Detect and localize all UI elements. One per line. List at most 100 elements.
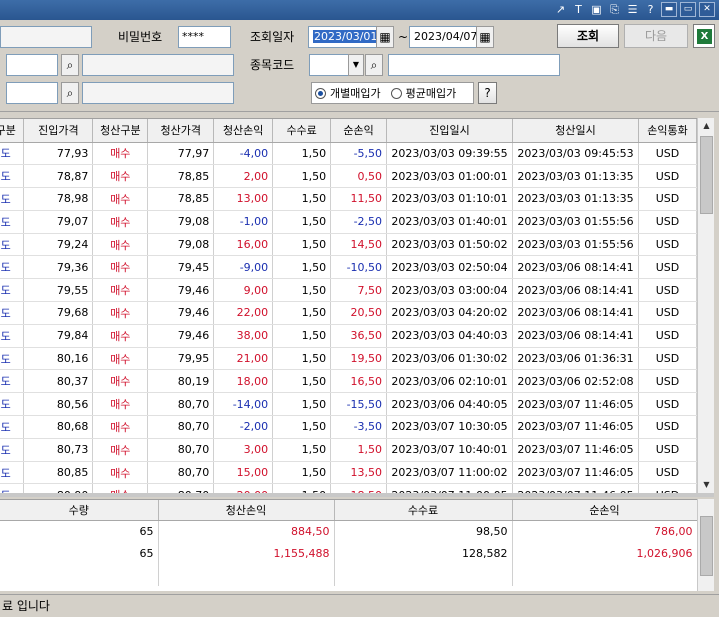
close-time-cell: 2023/03/06 08:14:41 (512, 278, 639, 303)
col-header[interactable]: 청산손익 (213, 119, 274, 143)
currency-cell: USD (638, 324, 697, 348)
next-button[interactable]: 다음 (624, 24, 688, 48)
fee-cell: 1,50 (272, 369, 332, 394)
code-input[interactable] (309, 54, 349, 76)
close-side-cell: 매수 (92, 324, 149, 348)
close-time-cell: 2023/03/06 08:14:41 (512, 301, 639, 325)
help-button[interactable]: ? (478, 82, 497, 104)
radio-average[interactable] (390, 87, 402, 99)
table-row[interactable]: 도 79,84 매수 79,46 38,00 1,50 36,50 2023/03/03 04… (0, 324, 697, 348)
close-time-cell: 2023/03/06 01:36:31 (512, 347, 639, 371)
close-pnl-cell: 2,00 (213, 164, 274, 189)
close-price-cell: 79,08 (147, 233, 215, 257)
col-header[interactable]: 청산구분 (92, 119, 149, 143)
table-row[interactable]: 도 79,36 매수 79,45 -9,00 1,50 -10,50 2023/03/03 0… (0, 255, 697, 280)
table-row[interactable]: 도80,90매수80,7020,001,5018,502023/03/07 11… (0, 483, 697, 493)
scroll-thumb[interactable] (700, 136, 713, 214)
table-row[interactable]: 도 80,73 매수 80,70 3,00 1,50 1,50 2023/03/07 10:4… (0, 438, 697, 462)
close-pnl-cell: 16,00 (213, 233, 274, 257)
close-pnl-cell: 21,00 (213, 347, 274, 371)
search-icon[interactable]: ⌕ (365, 54, 383, 76)
radio-individual[interactable] (315, 87, 326, 99)
table-row[interactable]: 도 79,55 매수 79,46 9,00 1,50 7,50 2023/03/03 03:0… (0, 278, 697, 303)
table-row[interactable]: 도 78,98 매수 78,85 13,00 1,50 11,50 2023/03/03 01… (0, 187, 697, 211)
item-code-field[interactable] (6, 82, 58, 104)
close-pnl-cell: 20,00 (213, 483, 274, 493)
table-row[interactable]: 도 80,56 매수 80,70 -14,00 1,50 -15,50 2023/03/06 … (0, 392, 697, 417)
summary-qty: 65 (0, 542, 159, 564)
scroll-thumb[interactable] (700, 516, 713, 576)
table-row[interactable]: 도 80,37 매수 80,19 18,00 1,50 16,50 2023/03/06 02… (0, 369, 697, 394)
close-pnl-cell: 22,00 (213, 301, 274, 325)
entry-time-cell: 2023/03/03 01:00:01 (386, 164, 514, 189)
col-header[interactable]: 진입일시 (386, 119, 514, 143)
table-row[interactable]: 도 80,16 매수 79,95 21,00 1,50 19,50 2023/03/06 01… (0, 347, 697, 371)
table-row[interactable]: 도 80,68 매수 80,70 -2,00 1,50 -3,50 2023/03/07 10… (0, 415, 697, 439)
side-cell: 도 (0, 461, 25, 485)
calendar-icon[interactable]: ▦ (476, 26, 494, 48)
close-pnl-cell: 15,00 (213, 461, 274, 485)
fee-cell: 1,50 (272, 324, 332, 348)
print-icon[interactable]: ⎘ (607, 2, 622, 17)
maximize-button[interactable]: ▭ (680, 2, 696, 17)
col-header[interactable]: 진입가격 (23, 119, 94, 143)
close-price-cell: 79,08 (147, 210, 215, 234)
summary-col-header: 수수료 (334, 500, 513, 521)
summary-scrollbar[interactable] (697, 499, 714, 591)
currency-cell: USD (638, 187, 697, 211)
search-icon[interactable]: ⌕ (61, 82, 79, 104)
close-time-cell: 2023/03/03 01:13:35 (512, 164, 639, 189)
table-row[interactable]: 도 79,68 매수 79,46 22,00 1,50 20,50 2023/03/03 04… (0, 301, 697, 325)
list-icon[interactable]: ☰ (625, 2, 640, 17)
account-code-field[interactable] (6, 54, 58, 76)
entry-price-cell: 80,37 (23, 369, 94, 394)
scroll-up-icon[interactable]: ▲ (698, 118, 715, 134)
close-pnl-cell: -4,00 (213, 142, 274, 166)
copy-icon[interactable]: ▣ (589, 2, 604, 17)
date-from-field[interactable]: 2023/03/01 (308, 26, 379, 48)
table-row[interactable]: 도 80,85 매수 80,70 15,00 1,50 13,50 2023/03/07 11… (0, 461, 697, 485)
close-button[interactable]: ✕ (699, 2, 715, 17)
search-icon[interactable]: ⌕ (61, 54, 79, 76)
summary-net: 1,026,906 (512, 542, 698, 564)
table-row[interactable]: 도 77,93 매수 77,97 -4,00 1,50 -5,50 2023/03/03 09… (0, 142, 697, 166)
grid-horizontal-scrollbar[interactable] (0, 493, 714, 497)
col-header[interactable]: 손익통화 (638, 119, 697, 143)
table-row[interactable]: 도 78,87 매수 78,85 2,00 1,50 0,50 2023/03/03 01:0… (0, 164, 697, 189)
excel-export-button[interactable]: X (693, 24, 715, 48)
chevron-down-icon[interactable]: ▼ (348, 54, 364, 76)
account-name-display (82, 54, 234, 76)
close-time-cell: 2023/03/06 08:14:41 (512, 255, 639, 280)
close-price-cell: 80,70 (147, 461, 215, 485)
trade-grid[interactable]: 구분 진입가격 청산구분 청산가격 청산손익 수수료 순손익 진입일시 청산일시… (0, 118, 697, 493)
close-side-cell: 매수 (92, 438, 149, 462)
entry-time-cell: 2023/03/03 03:00:04 (386, 278, 514, 303)
password-field[interactable]: **** (178, 26, 231, 48)
col-header[interactable]: 구분 (0, 119, 25, 143)
col-header[interactable]: 청산가격 (147, 119, 215, 143)
popout-icon[interactable]: ↗ (553, 2, 568, 17)
summary-col-header: 수량 (0, 500, 159, 521)
calendar-icon[interactable]: ▦ (376, 26, 394, 48)
currency-cell: USD (638, 438, 697, 462)
table-row[interactable]: 도 79,07 매수 79,08 -1,00 1,50 -2,50 2023/03/03 01… (0, 210, 697, 234)
table-row[interactable]: 도 79,24 매수 79,08 16,00 1,50 14,50 2023/03/03 01… (0, 233, 697, 257)
col-header[interactable]: 청산일시 (512, 119, 639, 143)
text-icon[interactable]: T (571, 2, 586, 17)
help-icon[interactable]: ? (643, 2, 658, 17)
query-button[interactable]: 조회 (557, 24, 619, 48)
entry-price-cell: 78,87 (23, 164, 94, 189)
close-time-cell: 2023/03/03 01:55:56 (512, 210, 639, 234)
scroll-down-icon[interactable]: ▼ (698, 477, 715, 493)
net-pnl-cell: -15,50 (330, 392, 388, 417)
query-panel: 비밀번호 **** 조회일자 2023/03/01 ▦ ~ 2023/04/07… (0, 20, 719, 112)
currency-cell: USD (638, 210, 697, 234)
col-header[interactable]: 순손익 (330, 119, 388, 143)
date-to-field[interactable]: 2023/04/07 (409, 26, 479, 48)
fee-cell: 1,50 (272, 255, 332, 280)
grid-vertical-scrollbar[interactable]: ▲ ▼ (697, 118, 714, 493)
entry-time-cell: 2023/03/06 01:30:02 (386, 347, 514, 371)
minimize-button[interactable]: ▬ (661, 2, 677, 17)
summary-table: 수량 청산손익 수수료 순손익 65 884,50 98,50 786,00 6… (0, 500, 698, 586)
col-header[interactable]: 수수료 (272, 119, 332, 143)
